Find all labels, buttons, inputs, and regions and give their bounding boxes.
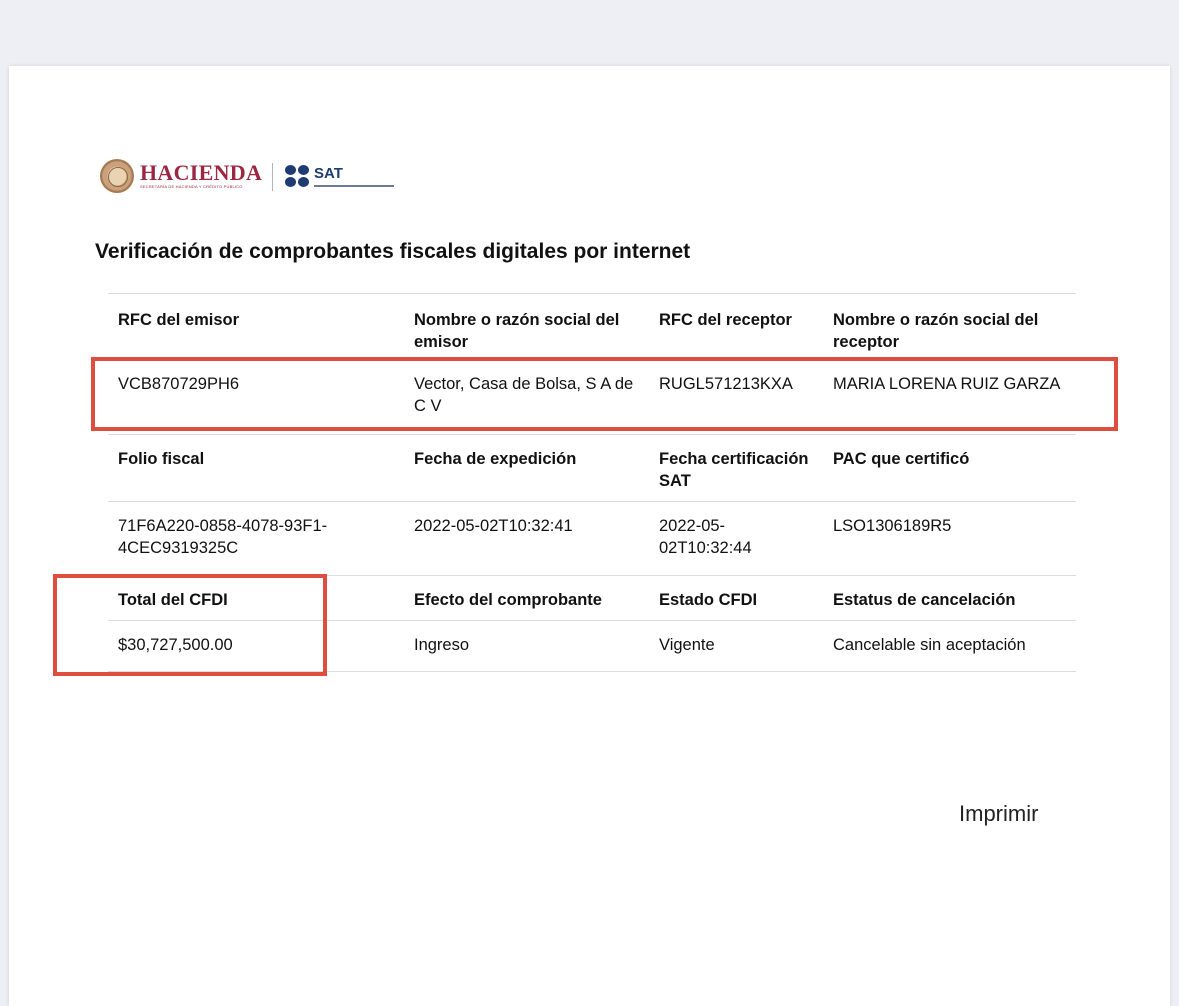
print-button[interactable]: Imprimir — [959, 801, 1038, 827]
value-pac: LSO1306189R5 — [833, 517, 952, 535]
header-rfc-receptor: RFC del receptor — [659, 311, 792, 329]
header-estatus-cancelacion: Estatus de cancelación — [833, 591, 1016, 609]
value-estatus-cancelacion: Cancelable sin aceptación — [833, 636, 1026, 654]
header-pac: PAC que certificó — [833, 450, 970, 468]
value-folio-fiscal: 71F6A220-0858-4078-93F1-4CEC9319325C — [118, 517, 328, 557]
mexican-seal-icon — [100, 159, 134, 193]
page-title: Verificación de comprobantes fiscales di… — [95, 240, 691, 263]
header-nombre-emisor: Nombre o razón social del emisor — [414, 311, 620, 351]
header-folio-fiscal: Folio fiscal — [118, 450, 205, 468]
header-rfc-emisor: RFC del emisor — [118, 311, 240, 329]
value-efecto: Ingreso — [414, 636, 470, 654]
table-header-row: RFC del emisor Nombre o razón social del… — [108, 293, 1076, 354]
value-fecha-expedicion: 2022-05-02T10:32:41 — [414, 517, 573, 535]
hacienda-logo-subtitle: SECRETARÍA DE HACIENDA Y CRÉDITO PÚBLICO — [140, 184, 243, 189]
value-fecha-certificacion: 2022-05-02T10:32:44 — [659, 517, 752, 557]
sat-logo-title: SAT — [314, 165, 343, 182]
table-row: 71F6A220-0858-4078-93F1-4CEC9319325C 202… — [108, 501, 1076, 576]
table-header-row: Folio fiscal Fecha de expedición Fecha c… — [108, 434, 1076, 502]
header-nombre-receptor: Nombre o razón social del receptor — [833, 311, 1039, 351]
hacienda-logo-title: HACIENDA — [140, 160, 263, 185]
logo-divider — [272, 163, 273, 191]
header-fecha-expedicion: Fecha de expedición — [414, 450, 577, 468]
header-efecto: Efecto del comprobante — [414, 591, 602, 609]
sat-dots-icon — [285, 165, 311, 189]
sat-logo-subline — [314, 185, 394, 187]
header-fecha-certificacion: Fecha certificación SAT — [659, 450, 809, 490]
highlight-box-total — [53, 574, 327, 676]
header-estado-cfdi: Estado CFDI — [659, 591, 758, 609]
highlight-box-receptor-row — [91, 357, 1118, 431]
value-estado-cfdi: Vigente — [659, 636, 715, 654]
